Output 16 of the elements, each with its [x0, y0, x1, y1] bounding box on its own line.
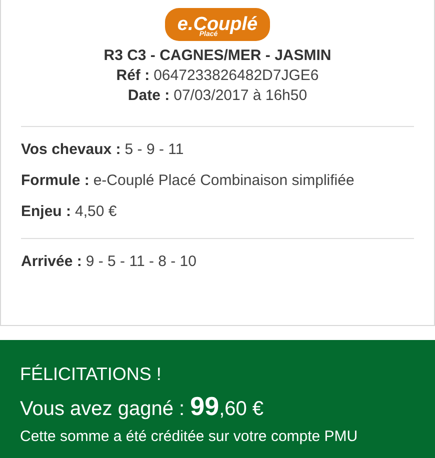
winning-amount: Vous avez gagné : 99,60 € — [20, 391, 265, 422]
field-value: 0647233826482D7JGE6 — [154, 67, 319, 84]
race-title: R3 C3 - CAGNES/MER - JASMIN — [104, 47, 332, 64]
field-label: Formule : — [21, 172, 90, 189]
field-value: 5 - 9 - 11 — [124, 141, 184, 158]
field-label: Arrivée : — [21, 253, 82, 270]
field-label: Réf : — [116, 67, 150, 84]
field-value: 4,50 € — [75, 203, 117, 220]
field-value: e-Couplé Placé Combinaison simplifiée — [93, 172, 354, 189]
field-label: Date : — [128, 87, 170, 104]
field-value: 9 - 5 - 11 - 8 - 10 — [86, 253, 196, 270]
field-label: Vos chevaux : — [21, 141, 121, 158]
credit-note: Cette somme a été créditée sur votre compte PMU — [20, 428, 359, 445]
field-label: Enjeu : — [21, 203, 72, 220]
banner-title: FÉLICITATIONS ! — [20, 364, 162, 385]
field-value: 07/03/2017 à 16h50 — [174, 87, 308, 104]
